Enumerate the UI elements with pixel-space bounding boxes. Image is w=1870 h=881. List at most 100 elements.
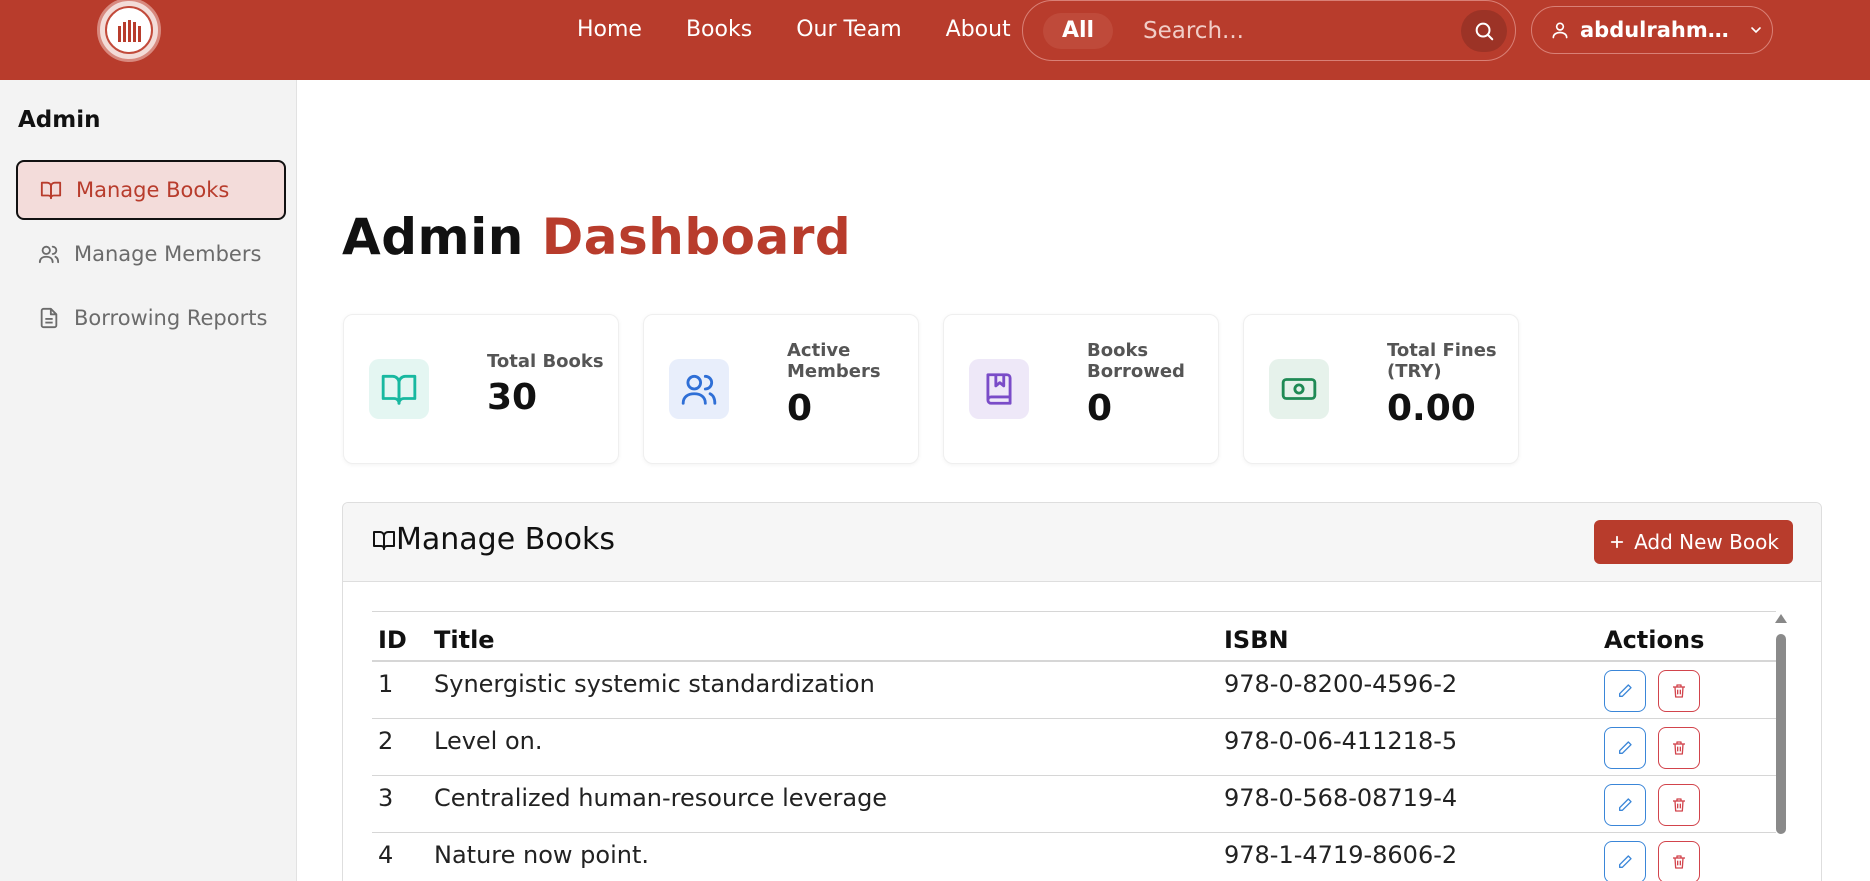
column-header-title: Title <box>434 612 1224 662</box>
cell-isbn: 978-0-06-411218-5 <box>1224 718 1604 776</box>
table-row: 3 Centralized human-resource leverage 97… <box>372 775 1776 833</box>
sidebar-item-label: Manage Members <box>74 242 262 266</box>
table-row: 4 Nature now point. 978-1-4719-8606-2 <box>372 832 1776 881</box>
stat-value: 30 <box>487 377 538 418</box>
table-scrollbar-thumb[interactable] <box>1776 634 1786 834</box>
stat-label: Total Fines (TRY) <box>1387 340 1497 382</box>
stat-value: 0 <box>787 388 813 429</box>
edit-book-button[interactable] <box>1604 670 1646 712</box>
cell-title: Synergistic systemic standardization <box>434 661 1224 719</box>
cell-id: 4 <box>372 832 434 881</box>
edit-book-button[interactable] <box>1604 783 1646 826</box>
pencil-icon <box>1619 740 1632 754</box>
column-header-id: ID <box>372 612 434 662</box>
cell-id: 2 <box>372 718 434 776</box>
banknote-icon <box>1269 359 1329 419</box>
cell-id: 3 <box>372 775 434 833</box>
table-header-row: ID Title ISBN Actions <box>372 612 1776 662</box>
stat-label: Active Members <box>787 340 881 382</box>
book-bookmark-icon <box>969 359 1029 419</box>
nav-link-about[interactable]: About <box>924 14 1033 46</box>
users-icon <box>38 243 60 265</box>
stat-card-total-fines: Total Fines (TRY) 0.00 <box>1243 314 1519 464</box>
book-open-icon <box>373 530 395 550</box>
user-menu-button[interactable]: abdulrahman <box>1531 6 1773 54</box>
users-icon <box>669 359 729 419</box>
user-icon <box>1552 22 1568 39</box>
cell-actions <box>1604 832 1776 881</box>
chevron-down-icon <box>1751 27 1761 34</box>
stat-label: Books Borrowed <box>1087 340 1185 382</box>
book-open-icon <box>40 179 62 201</box>
delete-book-button[interactable] <box>1658 840 1700 881</box>
page-title: Admin Dashboard <box>342 208 851 266</box>
stat-label: Total Books <box>487 351 604 372</box>
trash-icon <box>1673 684 1685 698</box>
main-nav: Home Books Our Team About <box>555 14 1033 46</box>
edit-book-button[interactable] <box>1604 840 1646 881</box>
file-text-icon <box>38 307 60 329</box>
cell-actions <box>1604 718 1776 776</box>
admin-sidebar: Admin Manage Books Manage Members Borrow… <box>0 80 297 881</box>
trash-icon <box>1673 854 1685 869</box>
edit-book-button[interactable] <box>1604 726 1646 769</box>
stat-value: 0.00 <box>1387 388 1476 429</box>
stat-card-total-books: Total Books 30 <box>343 314 619 464</box>
cell-isbn: 978-0-8200-4596-2 <box>1224 661 1604 719</box>
plus-icon <box>1610 535 1624 549</box>
stat-value: 0 <box>1087 388 1113 429</box>
nav-link-our-team[interactable]: Our Team <box>774 14 923 46</box>
top-navbar: Home Books Our Team About All abdulrahma… <box>0 0 1870 80</box>
pencil-icon <box>1619 684 1632 697</box>
cell-title: Centralized human-resource leverage <box>434 775 1224 833</box>
table-row: 2 Level on. 978-0-06-411218-5 <box>372 718 1776 776</box>
sidebar-item-manage-members[interactable]: Manage Members <box>16 224 286 284</box>
panel-title-text: Manage Books <box>396 522 615 557</box>
search-bar: All <box>1022 0 1516 61</box>
cell-isbn: 978-0-568-08719-4 <box>1224 775 1604 833</box>
cell-actions <box>1604 775 1776 833</box>
add-new-book-button[interactable]: Add New Book <box>1594 520 1793 564</box>
search-button[interactable] <box>1461 10 1507 52</box>
column-header-actions: Actions <box>1604 612 1776 662</box>
sidebar-item-label: Borrowing Reports <box>74 306 268 330</box>
book-open-icon <box>369 359 429 419</box>
trash-icon <box>1673 797 1685 812</box>
cell-actions <box>1604 661 1776 719</box>
delete-book-button[interactable] <box>1658 783 1700 826</box>
cell-id: 1 <box>372 661 434 719</box>
library-logo-icon <box>105 6 153 54</box>
search-input[interactable] <box>1143 13 1443 49</box>
search-scope-select[interactable]: All <box>1043 13 1113 49</box>
cell-title: Level on. <box>434 718 1224 776</box>
delete-book-button[interactable] <box>1658 670 1700 712</box>
table-row: 1 Synergistic systemic standardization 9… <box>372 661 1776 719</box>
books-table: ID Title ISBN Actions 1 Synergistic syst… <box>372 612 1776 881</box>
scroll-up-arrow[interactable] <box>1775 614 1787 623</box>
sidebar-item-manage-books[interactable]: Manage Books <box>16 160 286 220</box>
nav-link-books[interactable]: Books <box>664 14 774 46</box>
nav-link-home[interactable]: Home <box>555 14 664 46</box>
sidebar-item-label: Manage Books <box>76 178 230 202</box>
search-icon <box>1475 22 1494 41</box>
books-table-container: ID Title ISBN Actions 1 Synergistic syst… <box>372 611 1776 881</box>
stat-card-active-members: Active Members 0 <box>643 314 919 464</box>
cell-isbn: 978-1-4719-8606-2 <box>1224 832 1604 881</box>
panel-header: Manage Books Add New Book <box>343 503 1821 582</box>
column-header-isbn: ISBN <box>1224 612 1604 662</box>
cell-title: Nature now point. <box>434 832 1224 881</box>
pencil-icon <box>1619 797 1632 811</box>
delete-book-button[interactable] <box>1658 726 1700 769</box>
manage-books-panel: Manage Books Add New Book ID Title ISBN … <box>342 502 1822 881</box>
add-new-book-label: Add New Book <box>1634 530 1779 554</box>
sidebar-item-borrowing-reports[interactable]: Borrowing Reports <box>16 288 286 348</box>
page-title-accent: Dashboard <box>541 208 852 266</box>
panel-title: Manage Books <box>372 522 615 557</box>
stat-card-books-borrowed: Books Borrowed 0 <box>943 314 1219 464</box>
user-name: abdulrahman <box>1580 18 1730 42</box>
library-logo[interactable] <box>97 0 161 62</box>
sidebar-title: Admin <box>18 107 101 133</box>
trash-icon <box>1673 740 1685 755</box>
page-title-prefix: Admin <box>342 208 524 266</box>
pencil-icon <box>1619 854 1632 868</box>
